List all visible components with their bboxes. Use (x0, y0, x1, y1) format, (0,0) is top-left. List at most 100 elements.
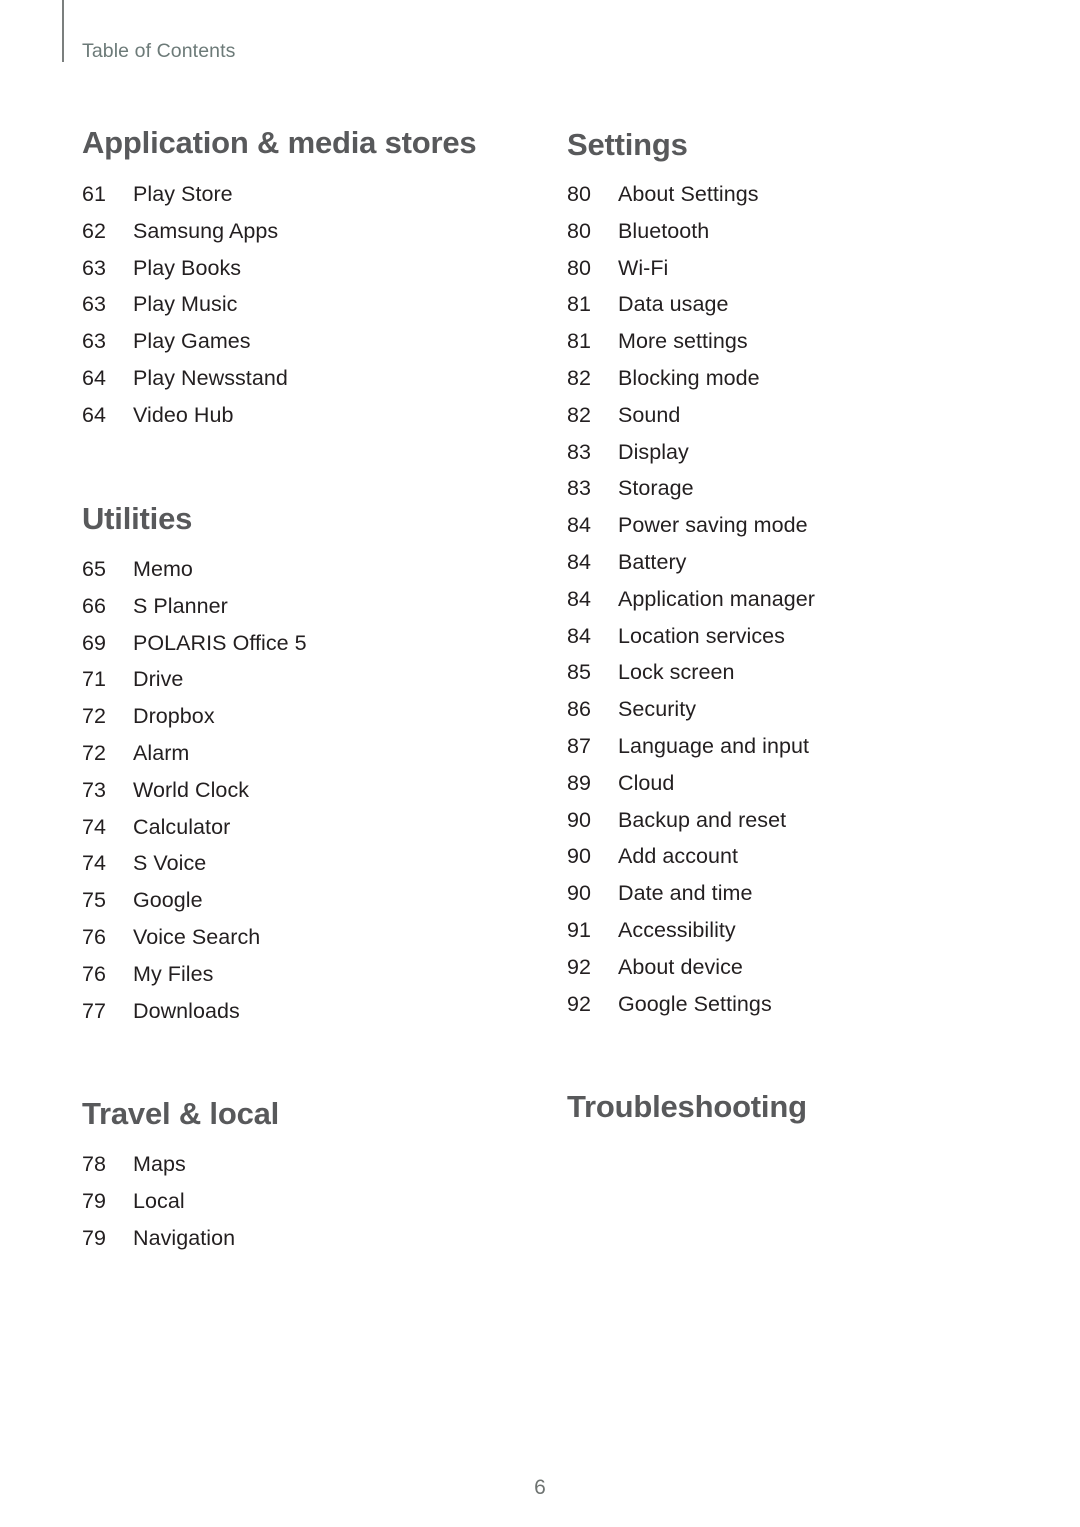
toc-entry[interactable]: 65 Memo (82, 551, 552, 588)
toc-entry-label: Google (133, 888, 203, 913)
toc-column-left: Application & media stores 61 Play Store 62… (82, 0, 552, 1527)
toc-entry[interactable]: 77 Downloads (82, 993, 552, 1030)
toc-entry-page-number: 86 (567, 697, 592, 722)
toc-entry-label: My Files (133, 961, 214, 986)
toc-entry-label: Video Hub (133, 402, 234, 427)
toc-entry[interactable]: 84 Location services (567, 618, 1037, 655)
toc-entry[interactable]: 84 Power saving mode (567, 507, 1037, 544)
toc-entry-page-number: 76 (82, 961, 107, 986)
toc-entry[interactable]: 80 Wi-Fi (567, 250, 1037, 287)
toc-entry[interactable]: 82 Sound (567, 397, 1037, 434)
toc-entry-label: Add account (618, 844, 739, 869)
toc-entry[interactable]: 84 Battery (567, 544, 1037, 581)
toc-entry-page-number: 82 (567, 402, 592, 427)
toc-entry[interactable]: 74 S Voice (82, 845, 552, 882)
toc-entry[interactable]: 80 About Settings (567, 176, 1037, 213)
toc-entry[interactable]: 89 Cloud (567, 765, 1037, 802)
toc-entry-page-number: 83 (567, 439, 592, 464)
toc-entry-label: Play Music (133, 292, 238, 317)
toc-entry[interactable]: 79 Navigation (82, 1220, 552, 1257)
toc-entry-label: Sound (618, 402, 681, 427)
toc-entry[interactable]: 63 Play Games (82, 323, 552, 360)
toc-entry-label: Display (618, 439, 689, 464)
toc-entry[interactable]: 63 Play Books (82, 250, 552, 287)
toc-entry[interactable]: 61 Play Store (82, 176, 552, 213)
toc-entry[interactable]: 62 Samsung Apps (82, 213, 552, 250)
toc-entry-page-number: 90 (567, 807, 592, 832)
toc-entry[interactable]: 75 Google (82, 882, 552, 919)
toc-entry-page-number: 82 (567, 365, 592, 390)
toc-entry-label: Alarm (133, 740, 190, 765)
toc-entry-page-number: 92 (567, 991, 592, 1016)
toc-entry[interactable]: 90 Date and time (567, 875, 1037, 912)
toc-entry-page-number: 80 (567, 182, 592, 206)
toc-entry[interactable]: 92 About device (567, 949, 1037, 986)
toc-entry-label: S Voice (133, 851, 207, 876)
toc-entry-label: Battery (618, 549, 687, 574)
toc-entry[interactable]: 90 Backup and reset (567, 802, 1037, 839)
toc-entry-page-number: 90 (567, 881, 592, 906)
toc-entry-label: Local (133, 1188, 185, 1213)
toc-entry-page-number: 89 (567, 770, 592, 795)
toc-entry[interactable]: 92 Google Settings (567, 986, 1037, 1023)
toc-entry-page-number: 71 (82, 667, 107, 692)
toc-entry-label: Storage (618, 476, 694, 501)
toc-entry[interactable]: 69 POLARIS Office 5 (82, 625, 552, 662)
toc-entry[interactable]: 82 Blocking mode (567, 360, 1037, 397)
toc-entry[interactable]: 74 Calculator (82, 809, 552, 846)
toc-entry-label: Date and time (618, 881, 753, 906)
toc-entry-label: Navigation (133, 1225, 236, 1250)
section-heading: Travel & local (82, 1096, 280, 1131)
toc-entry-label: Play Store (133, 182, 233, 206)
toc-entry-page-number: 79 (82, 1188, 107, 1213)
toc-entry[interactable]: 76 Voice Search (82, 919, 552, 956)
toc-entry-page-number: 63 (82, 255, 107, 280)
toc-entry[interactable]: 80 Bluetooth (567, 213, 1037, 250)
toc-entry[interactable]: 64 Play Newsstand (82, 360, 552, 397)
toc-entry-label: POLARIS Office 5 (133, 630, 307, 655)
toc-entry[interactable]: 63 Play Music (82, 286, 552, 323)
toc-entry-label: Maps (133, 1152, 186, 1176)
toc-entry-page-number: 78 (82, 1152, 107, 1176)
toc-section-troubleshooting: Troubleshooting (567, 1090, 1037, 1124)
toc-entry[interactable]: 72 Alarm (82, 735, 552, 772)
toc-entry[interactable]: 85 Lock screen (567, 654, 1037, 691)
toc-entry[interactable]: 81 Data usage (567, 286, 1037, 323)
toc-entry-page-number: 66 (82, 593, 107, 618)
toc-entry[interactable]: 76 My Files (82, 956, 552, 993)
toc-entry-page-number: 83 (567, 476, 592, 501)
toc-entry-page-number: 74 (82, 814, 107, 839)
toc-entry-label: Language and input (618, 733, 809, 758)
toc-entry-label: World Clock (133, 777, 250, 802)
toc-entry[interactable]: 81 More settings (567, 323, 1037, 360)
header-divider-rule (62, 0, 64, 62)
toc-entry-page-number: 62 (82, 218, 107, 243)
toc-entry-page-number: 61 (82, 182, 107, 206)
toc-column-right: Settings 80 About Settings 80 Bluetooth 80 Wi-… (567, 0, 1037, 1527)
toc-entry[interactable]: 91 Accessibility (567, 912, 1037, 949)
toc-entry[interactable]: 84 Application manager (567, 581, 1037, 618)
toc-entry-page-number: 80 (567, 255, 592, 280)
toc-entry-page-number: 84 (567, 513, 592, 538)
toc-entry[interactable]: 90 Add account (567, 838, 1037, 875)
toc-entry[interactable]: 87 Language and input (567, 728, 1037, 765)
toc-entry-page-number: 74 (82, 851, 107, 876)
toc-entry[interactable]: 79 Local (82, 1183, 552, 1220)
toc-entry-label: Lock screen (618, 660, 735, 685)
section-heading: Application & media stores (82, 125, 477, 160)
toc-entry-label: Wi-Fi (618, 255, 669, 280)
toc-entry[interactable]: 72 Dropbox (82, 698, 552, 735)
toc-entry-label: S Planner (133, 593, 228, 618)
toc-entry[interactable]: 73 World Clock (82, 772, 552, 809)
toc-entry[interactable]: 78 Maps (82, 1146, 552, 1183)
toc-entry-label: Play Games (133, 329, 251, 354)
toc-entry[interactable]: 71 Drive (82, 661, 552, 698)
toc-entry[interactable]: 86 Security (567, 691, 1037, 728)
toc-entry-label: Calculator (133, 814, 231, 839)
toc-entry-page-number: 90 (567, 844, 592, 869)
toc-entry[interactable]: 64 Video Hub (82, 397, 552, 434)
toc-entry[interactable]: 66 S Planner (82, 588, 552, 625)
toc-entry-label: Bluetooth (618, 218, 710, 243)
toc-entry[interactable]: 83 Display (567, 434, 1037, 471)
toc-entry[interactable]: 83 Storage (567, 470, 1037, 507)
